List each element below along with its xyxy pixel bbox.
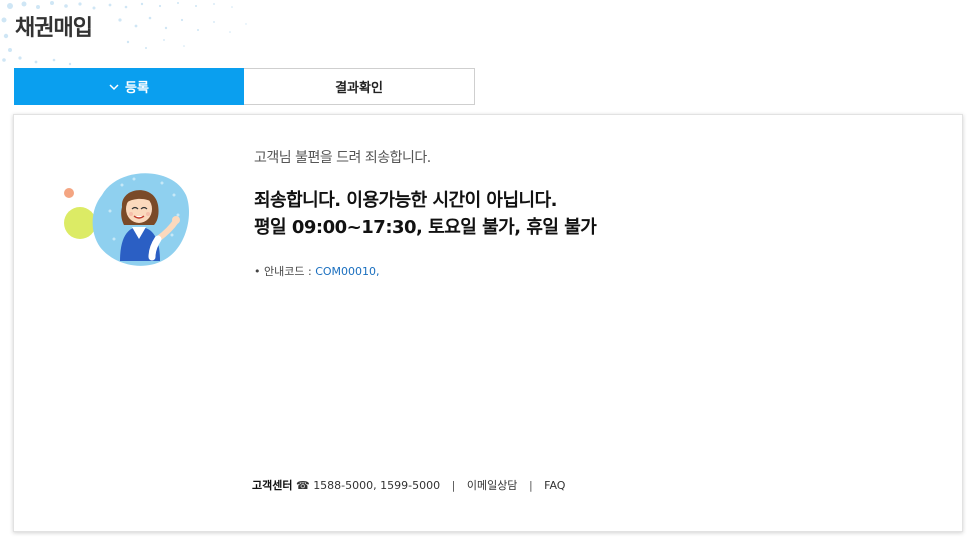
headline-line-1: 죄송합니다. 이용가능한 시간이 아닙니다. xyxy=(254,190,558,211)
customer-service-agent-illustration xyxy=(64,173,189,266)
notice-panel: 고객님 불편을 드려 죄송합니다. 죄송합니다. 이용가능한 시간이 아닙니다.… xyxy=(13,114,963,532)
apology-text: 고객님 불편을 드려 죄송합니다. xyxy=(254,150,431,166)
tab-register[interactable]: 등록 xyxy=(14,68,244,105)
tab-result-check-label: 결과확인 xyxy=(335,81,383,96)
guide-code-value: COM00010, xyxy=(315,265,380,278)
bullet: • xyxy=(254,265,261,278)
tab-result-check[interactable]: 결과확인 xyxy=(244,68,475,105)
page-title: 채권매입 xyxy=(15,16,93,41)
headline-line-2: 평일 09:00~17:30, 토요일 불가, 휴일 불가 xyxy=(254,217,597,238)
separator: | xyxy=(451,479,456,492)
email-consult-link[interactable]: 이메일상담 xyxy=(467,479,518,492)
tab-bar: 등록 결과확인 xyxy=(14,68,475,105)
page: 채권매입 등록 결과확인 고객님 불편을 드려 죄송합니다. 죄송합니다. 이용… xyxy=(0,0,975,538)
footer-contact: 고객센터 ☎ 1588-5000, 1599-5000 | 이메일상담 | FA… xyxy=(252,477,565,493)
guide-code-label: 안내코드 : xyxy=(264,265,312,278)
separator: | xyxy=(528,479,533,492)
phone-icon: ☎ xyxy=(295,479,310,492)
notice-headline: 죄송합니다. 이용가능한 시간이 아닙니다. 평일 09:00~17:30, 토… xyxy=(254,187,597,241)
guide-code-line: • 안내코드 : COM00010, xyxy=(254,263,380,279)
customer-center-label: 고객센터 xyxy=(252,479,293,492)
tab-register-label: 등록 xyxy=(125,81,149,96)
faq-link[interactable]: FAQ xyxy=(544,479,565,492)
phone-numbers: 1588-5000, 1599-5000 xyxy=(313,479,441,492)
chevron-down-icon xyxy=(109,83,119,90)
